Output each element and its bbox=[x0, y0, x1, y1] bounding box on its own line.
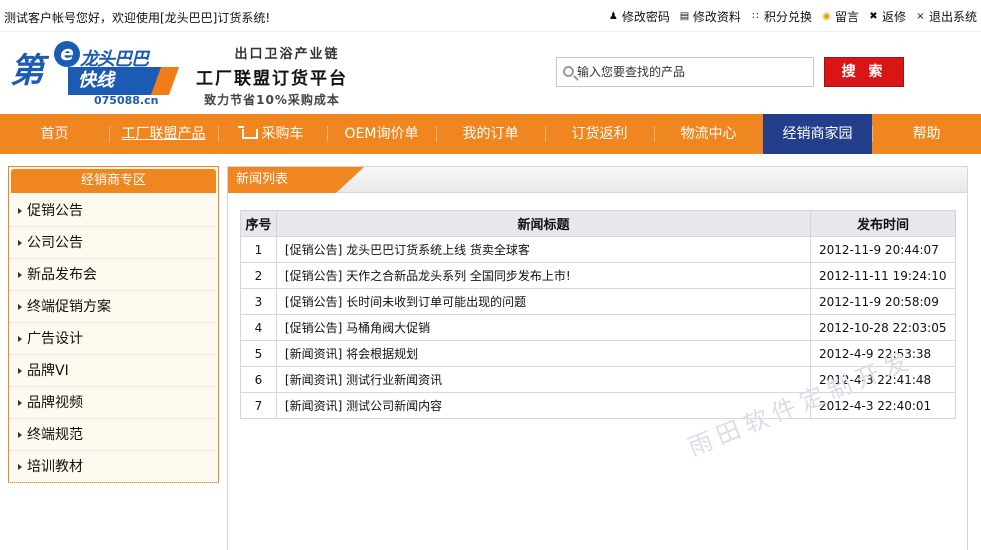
column-header-no: 序号 bbox=[240, 210, 277, 237]
nav-order-rebate-label: 订货返利 bbox=[571, 126, 628, 142]
table-row: 4 [促销公告] 马桶角阀大促销 2012-10-28 22:03:05 bbox=[240, 314, 956, 341]
account-links: ♟ 修改密码 ▤ 修改资料 ∷ 积分兑换 ◉ 留言 ✖ 返修 × 退出系统 bbox=[607, 8, 977, 25]
sidebar-item-terminal-promo[interactable]: 终端促销方案 bbox=[9, 291, 218, 323]
nav-cart-label: 采购车 bbox=[261, 126, 304, 142]
table-row: 2 [促销公告] 天作之合新品龙头系列 全国同步发布上市! 2012-11-11… bbox=[240, 262, 956, 289]
slogan-line-3: 致力节省10%采购成本 bbox=[204, 93, 340, 107]
search-input[interactable] bbox=[577, 58, 813, 86]
sidebar-item-ad-design[interactable]: 广告设计 bbox=[9, 323, 218, 355]
slogan-line-2: 工厂联盟订货平台 bbox=[196, 69, 348, 89]
nav-home-label: 首页 bbox=[40, 126, 69, 142]
sidebar-item-promo[interactable]: 促销公告 bbox=[9, 195, 218, 227]
edit-profile-label: 修改资料 bbox=[692, 10, 741, 24]
table-row: 3 [促销公告] 长时间未收到订单可能出现的问题 2012-11-9 20:58… bbox=[240, 288, 956, 315]
logout-link[interactable]: × 退出系统 bbox=[914, 8, 977, 25]
nav-help[interactable]: 帮助 bbox=[872, 114, 981, 154]
slogan: 出口卫浴产业链 工厂联盟订货平台 致力节省10%采购成本 bbox=[182, 43, 362, 108]
main-nav: 首页 工厂联盟产品 采购车 OEM询价单 我的订单 订货返利 物流中心 经销商家… bbox=[0, 114, 981, 154]
message-link[interactable]: ◉ 留言 bbox=[820, 8, 859, 25]
nav-factory-products-label: 工厂联盟产品 bbox=[121, 126, 206, 142]
sidebar-item-company-notice[interactable]: 公司公告 bbox=[9, 227, 218, 259]
nav-order-rebate[interactable]: 订货返利 bbox=[545, 114, 654, 154]
sidebar-item-terminal-standard[interactable]: 终端规范 bbox=[9, 419, 218, 451]
nav-help-label: 帮助 bbox=[912, 126, 941, 142]
nav-dealer-home[interactable]: 经销商家园 bbox=[763, 114, 872, 154]
nav-cart[interactable]: 采购车 bbox=[218, 114, 327, 154]
row-number: 6 bbox=[240, 366, 277, 393]
logo-domain: 075088.cn bbox=[94, 94, 159, 107]
change-password-link[interactable]: ♟ 修改密码 bbox=[607, 8, 670, 25]
user-icon: ♟ bbox=[608, 10, 618, 22]
points-redeem-label: 积分兑换 bbox=[763, 10, 812, 24]
news-title-link[interactable]: [促销公告] 天作之合新品龙头系列 全国同步发布上市! bbox=[275, 262, 812, 289]
nav-oem-inquiry[interactable]: OEM询价单 bbox=[327, 114, 436, 154]
search-area: 搜 索 bbox=[556, 55, 908, 89]
grid-icon: ∷ bbox=[752, 10, 759, 22]
publish-time: 2012-11-9 20:44:07 bbox=[810, 236, 956, 263]
top-bar: 测试客户帐号您好，欢迎使用[龙头巴巴]订货系统! ♟ 修改密码 ▤ 修改资料 ∷… bbox=[0, 0, 981, 32]
row-number: 2 bbox=[240, 262, 277, 289]
change-password-label: 修改密码 bbox=[621, 10, 670, 24]
sidebar-item-brand-vi[interactable]: 品牌VI bbox=[9, 355, 218, 387]
welcome-text: 测试客户帐号您好，欢迎使用[龙头巴巴]订货系统! bbox=[4, 11, 271, 25]
row-number: 5 bbox=[240, 340, 277, 367]
column-header-time: 发布时间 bbox=[810, 210, 956, 237]
news-title-link[interactable]: [促销公告] 龙头巴巴订货系统上线 货卖全球客 bbox=[275, 236, 812, 263]
nav-logistics-label: 物流中心 bbox=[680, 126, 737, 142]
nav-logistics[interactable]: 物流中心 bbox=[654, 114, 763, 154]
search-button[interactable]: 搜 索 bbox=[824, 57, 904, 87]
cart-icon bbox=[237, 126, 258, 139]
nav-factory-products[interactable]: 工厂联盟产品 bbox=[109, 114, 218, 154]
publish-time: 2012-10-28 22:03:05 bbox=[810, 314, 956, 341]
close-icon: × bbox=[916, 10, 925, 22]
row-number: 7 bbox=[240, 392, 277, 419]
logo-mark: 第 bbox=[10, 51, 44, 91]
repair-label: 返修 bbox=[881, 10, 906, 24]
logo-e: e bbox=[54, 41, 80, 67]
nav-my-orders[interactable]: 我的订单 bbox=[436, 114, 545, 154]
panel-header: 新闻列表 bbox=[228, 167, 967, 193]
nav-home[interactable]: 首页 bbox=[0, 114, 109, 154]
tab-news-list-label: 新闻列表 bbox=[236, 172, 289, 187]
publish-time: 2012-11-9 20:58:09 bbox=[810, 288, 956, 315]
row-number: 4 bbox=[240, 314, 277, 341]
column-header-title: 新闻标题 bbox=[275, 210, 812, 237]
repair-link[interactable]: ✖ 返修 bbox=[867, 8, 906, 25]
sidebar-title: 经销商专区 bbox=[11, 169, 216, 193]
nav-dealer-home-label: 经销商家园 bbox=[782, 126, 853, 142]
sidebar-item-training[interactable]: 培训教材 bbox=[9, 451, 218, 483]
sidebar-menu: 促销公告 公司公告 新品发布会 终端促销方案 广告设计 品牌VI 品牌视频 终端… bbox=[9, 195, 218, 483]
search-box bbox=[556, 57, 814, 87]
news-title-link[interactable]: [促销公告] 马桶角阀大促销 bbox=[275, 314, 812, 341]
nav-oem-inquiry-label: OEM询价单 bbox=[344, 126, 419, 142]
message-label: 留言 bbox=[834, 10, 859, 24]
logo-kuaixian: 快线 bbox=[68, 67, 168, 95]
edit-profile-link[interactable]: ▤ 修改资料 bbox=[678, 8, 741, 25]
nav-my-orders-label: 我的订单 bbox=[462, 126, 519, 142]
chat-icon: ◉ bbox=[822, 10, 831, 22]
table-header-row: 序号 新闻标题 发布时间 bbox=[240, 210, 956, 237]
tab-news-list[interactable]: 新闻列表 bbox=[228, 167, 364, 193]
row-number: 1 bbox=[240, 236, 277, 263]
row-number: 3 bbox=[240, 288, 277, 315]
sidebar-item-product-launch[interactable]: 新品发布会 bbox=[9, 259, 218, 291]
header: 第 e 龙头巴巴 快线 075088.cn 出口卫浴产业链 工厂联盟订货平台 致… bbox=[0, 33, 981, 113]
search-icon bbox=[563, 66, 574, 77]
points-redeem-link[interactable]: ∷ 积分兑换 bbox=[749, 8, 812, 25]
slogan-line-1: 出口卫浴产业链 bbox=[234, 47, 340, 62]
logout-label: 退出系统 bbox=[928, 10, 977, 24]
card-icon: ▤ bbox=[679, 10, 690, 22]
news-title-link[interactable]: [新闻资讯] 将会根据规划 bbox=[275, 340, 812, 367]
site-logo[interactable]: 第 e 龙头巴巴 快线 075088.cn bbox=[10, 39, 170, 107]
publish-time: 2012-11-11 19:24:10 bbox=[810, 262, 956, 289]
table-row: 1 [促销公告] 龙头巴巴订货系统上线 货卖全球客 2012-11-9 20:4… bbox=[240, 236, 956, 263]
sidebar-item-brand-video[interactable]: 品牌视频 bbox=[9, 387, 218, 419]
news-title-link[interactable]: [促销公告] 长时间未收到订单可能出现的问题 bbox=[275, 288, 812, 315]
tools-icon: ✖ bbox=[869, 10, 878, 22]
news-title-link[interactable]: [新闻资讯] 测试行业新闻资讯 bbox=[275, 366, 812, 393]
dealer-sidebar: 经销商专区 促销公告 公司公告 新品发布会 终端促销方案 广告设计 品牌VI 品… bbox=[8, 166, 219, 483]
